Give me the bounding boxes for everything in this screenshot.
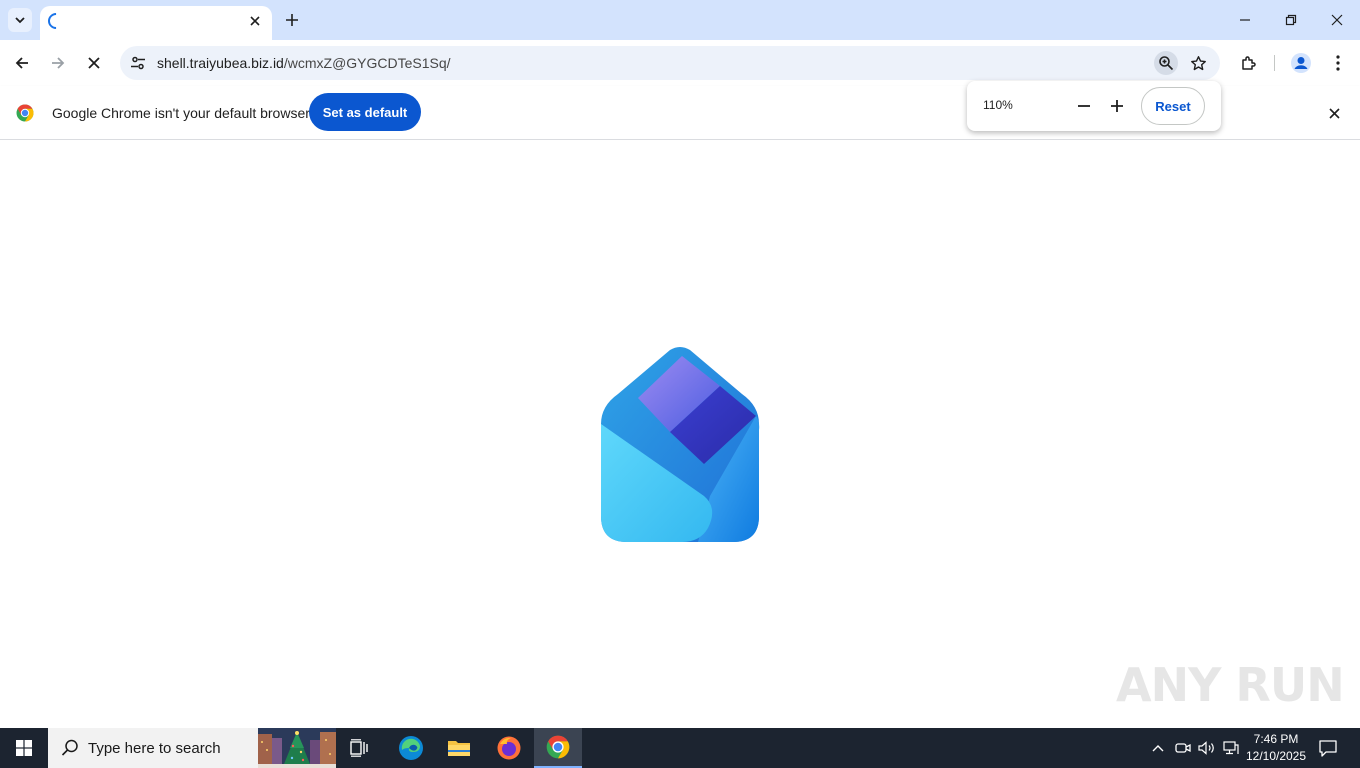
- taskbar-search[interactable]: Type here to search: [48, 728, 336, 768]
- tab-strip: [0, 0, 1360, 40]
- zoom-bubble: 110% Reset: [967, 81, 1221, 131]
- holiday-tree-illustration-icon: [258, 728, 336, 768]
- puzzle-icon: [1242, 56, 1256, 70]
- taskbar-clock[interactable]: 7:46 PM 12/10/2025: [1244, 731, 1308, 765]
- start-button[interactable]: [0, 728, 48, 768]
- zoom-in-icon: [1159, 56, 1174, 71]
- minus-icon: [1078, 105, 1090, 107]
- task-view-icon: [350, 739, 368, 757]
- back-button[interactable]: [9, 50, 35, 76]
- menu-button[interactable]: [1325, 50, 1351, 76]
- bookmark-button[interactable]: [1186, 51, 1210, 75]
- plus-icon: [286, 14, 298, 26]
- restore-button[interactable]: [1268, 0, 1314, 40]
- zoom-in-button[interactable]: [1106, 95, 1128, 117]
- tab-active[interactable]: [40, 6, 272, 40]
- edge-icon: [399, 736, 423, 760]
- arrow-right-icon: [52, 57, 65, 69]
- firefox-icon: [497, 736, 521, 760]
- restore-icon: [1285, 14, 1297, 26]
- taskbar-file-explorer[interactable]: [435, 728, 483, 768]
- set-as-default-button[interactable]: Set as default: [309, 93, 421, 131]
- tab-close-button[interactable]: [245, 11, 265, 31]
- close-icon: [250, 16, 260, 26]
- close-icon: [88, 57, 100, 69]
- infobar-close-button[interactable]: [1324, 103, 1344, 123]
- show-hidden-icons-button[interactable]: [1148, 738, 1168, 758]
- tab-search-button[interactable]: [8, 8, 32, 32]
- star-icon: [1190, 55, 1206, 70]
- taskbar-edge[interactable]: [387, 728, 435, 768]
- camera-icon: [1175, 743, 1191, 753]
- search-icon: [61, 739, 78, 756]
- chevron-down-icon: [15, 17, 25, 24]
- volume-tray-button[interactable]: [1197, 738, 1217, 758]
- browser-toolbar: shell.traiyubea.biz.id/wcmxZ@GYGCDTeS1Sq…: [0, 40, 1360, 86]
- minimize-button[interactable]: [1222, 0, 1268, 40]
- profile-button[interactable]: [1288, 50, 1314, 76]
- address-bar[interactable]: shell.traiyubea.biz.id/wcmxZ@GYGCDTeS1Sq…: [120, 46, 1220, 80]
- url-text: shell.traiyubea.biz.id/wcmxZ@GYGCDTeS1Sq…: [157, 55, 451, 71]
- folder-icon: [448, 741, 470, 756]
- taskbar-firefox[interactable]: [485, 728, 533, 768]
- avatar-icon: [1291, 53, 1311, 73]
- plus-icon: [1111, 100, 1123, 112]
- search-placeholder: Type here to search: [88, 740, 221, 757]
- site-info-button[interactable]: [128, 53, 148, 73]
- clock-date: 12/10/2025: [1245, 749, 1307, 763]
- page-content: ANY RUN: [0, 140, 1360, 728]
- toolbar-divider: [1274, 55, 1275, 71]
- windows-logo-icon: [16, 740, 32, 756]
- infobar-message: Google Chrome isn't your default browser: [52, 105, 310, 121]
- tune-icon: [131, 56, 145, 70]
- network-icon: [1223, 741, 1239, 755]
- chrome-icon: [546, 735, 570, 759]
- zoom-indicator-button[interactable]: [1154, 51, 1178, 75]
- notifications-button[interactable]: [1316, 737, 1340, 759]
- chrome-logo-icon: [16, 104, 34, 122]
- close-icon: [1328, 107, 1340, 119]
- task-view-button[interactable]: [336, 728, 384, 768]
- minimize-icon: [1240, 19, 1250, 21]
- stop-loading-button[interactable]: [81, 50, 107, 76]
- taskbar: Type here to search 7:46 PM 12/10/2025: [0, 728, 1360, 768]
- forward-button[interactable]: [45, 50, 71, 76]
- speaker-icon: [1198, 741, 1214, 755]
- url-path: /wcmxZ@GYGCDTeS1Sq/: [283, 55, 451, 71]
- extensions-button[interactable]: [1236, 50, 1262, 76]
- chevron-up-icon: [1152, 745, 1164, 752]
- meet-now-tray-button[interactable]: [1173, 738, 1193, 758]
- zoom-reset-button[interactable]: Reset: [1141, 87, 1205, 125]
- zoom-out-button[interactable]: [1073, 95, 1095, 117]
- notification-icon: [1319, 739, 1337, 757]
- new-tab-button[interactable]: [282, 10, 302, 30]
- url-host: shell.traiyubea.biz.id: [157, 55, 284, 71]
- clock-time: 7:46 PM: [1253, 732, 1299, 746]
- taskbar-chrome[interactable]: [534, 728, 582, 768]
- loading-spinner-icon: [44, 9, 68, 33]
- arrow-left-icon: [15, 57, 28, 69]
- envelope-logo-icon: [601, 347, 760, 542]
- close-window-button[interactable]: [1314, 0, 1360, 40]
- anyrun-watermark: ANY RUN: [1116, 658, 1345, 712]
- network-tray-button[interactable]: [1221, 738, 1241, 758]
- close-icon: [1331, 14, 1343, 26]
- zoom-level: 110%: [983, 98, 1013, 112]
- more-vertical-icon: [1336, 55, 1340, 71]
